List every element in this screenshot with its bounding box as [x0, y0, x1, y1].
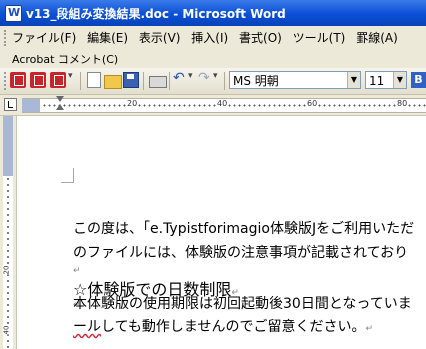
paragraph-mark: ↵ — [73, 266, 81, 276]
text-boundary-marker — [61, 168, 74, 183]
toolbar-separator — [169, 72, 170, 90]
paragraph-2-line-2: ールしても動作しませんのでご留意ください。↵ — [73, 316, 373, 336]
toolbar-grip[interactable] — [4, 72, 9, 90]
ruler-margin — [22, 99, 40, 112]
toolbar-separator — [224, 72, 225, 90]
vertical-ruler[interactable]: 20 40 — [0, 116, 17, 349]
open-folder-icon[interactable] — [104, 75, 122, 89]
font-name-value: MS 明朝 — [233, 74, 279, 88]
menu-insert[interactable]: 挿入(I) — [191, 31, 228, 45]
indent-marker-icon[interactable] — [56, 96, 64, 114]
font-size-select[interactable]: 11 ▼ — [365, 71, 407, 89]
vruler-tick: 20 — [2, 265, 11, 275]
window-title: v13_段組み変換結果.doc - Microsoft Word — [26, 7, 286, 21]
menu-acrobat-comments[interactable]: Acrobat コメント(C) — [12, 51, 118, 67]
menu-table[interactable]: 罫線(A) — [356, 31, 398, 45]
vruler-margin — [3, 116, 13, 176]
ruler-marks — [42, 99, 426, 112]
print-icon[interactable] — [149, 76, 167, 88]
ruler-tick: 40 — [216, 99, 229, 108]
chevron-down-icon[interactable]: ▼ — [347, 72, 360, 88]
pdf-mail-icon[interactable] — [30, 72, 46, 88]
redo-dropdown-icon[interactable]: ▾ — [213, 71, 218, 81]
menu-bar: ファイル(F) 編集(E) 表示(V) 挿入(I) 書式(O) ツール(T) 罫… — [0, 26, 426, 69]
line-2-text: しても動作しませんのでご留意ください。 — [101, 319, 366, 335]
font-size-value: 11 — [369, 74, 385, 88]
vruler-marks — [3, 176, 13, 349]
ruler-track: 20 40 60 80 — [22, 96, 426, 114]
menu-edit[interactable]: 編集(E) — [87, 31, 128, 45]
paragraph-2-line-1: 本体験版の使用期限は初回起動後30日間となっていま — [73, 296, 412, 312]
ruler-tick: 20 — [126, 99, 139, 108]
menu-tools[interactable]: ツール(T) — [293, 31, 346, 45]
menu-grip[interactable] — [4, 30, 9, 46]
toolbar-separator — [80, 72, 81, 90]
font-name-select[interactable]: MS 明朝 ▼ — [229, 71, 361, 89]
spelling-error-text[interactable]: ール — [73, 319, 101, 335]
vruler-tick: 40 — [2, 325, 11, 335]
document-page[interactable]: この度は、「e.Typistforimagio体験版Jをご利用いただ のファイル… — [17, 116, 426, 349]
paragraph-1-line-1: この度は、「e.Typistforimagio体験版Jをご利用いただ — [73, 221, 415, 237]
ruler-tick: 60 — [306, 99, 319, 108]
menu-view[interactable]: 表示(V) — [139, 31, 181, 45]
menu-file[interactable]: ファイル(F) — [12, 31, 76, 45]
toolbar-separator — [143, 72, 144, 90]
pdf-review-icon[interactable] — [50, 72, 66, 88]
paragraph-1-line-2: のファイルには、体験版の注意事項が記載されており — [73, 245, 409, 261]
undo-dropdown-icon[interactable]: ▾ — [188, 71, 193, 81]
horizontal-ruler[interactable]: 20 40 60 80 — [0, 95, 426, 116]
word-app-icon[interactable] — [5, 5, 22, 22]
paragraph-mark: ↵ — [365, 324, 374, 334]
redo-icon[interactable]: ↷ — [198, 70, 214, 86]
tab-selector-icon[interactable] — [4, 98, 17, 111]
pdf-convert-icon[interactable] — [10, 72, 26, 88]
menu-row: ファイル(F) 編集(E) 表示(V) 挿入(I) 書式(O) ツール(T) 罫… — [12, 29, 405, 46]
chevron-down-icon[interactable]: ▼ — [393, 72, 406, 88]
title-bar: v13_段組み変換結果.doc - Microsoft Word — [0, 0, 426, 26]
bold-button[interactable]: B — [411, 72, 426, 88]
new-document-icon[interactable] — [87, 72, 101, 88]
menu-format[interactable]: 書式(O) — [239, 31, 282, 45]
toolbar-options-icon[interactable]: ▾ — [68, 71, 73, 81]
undo-icon[interactable]: ↶ — [173, 70, 189, 86]
save-icon[interactable] — [123, 72, 139, 88]
standard-toolbar: ▾ ↶ ▾ ↷ ▾ MS 明朝 ▼ 11 ▼ B — [0, 68, 426, 95]
ruler-tick: 80 — [396, 99, 409, 108]
